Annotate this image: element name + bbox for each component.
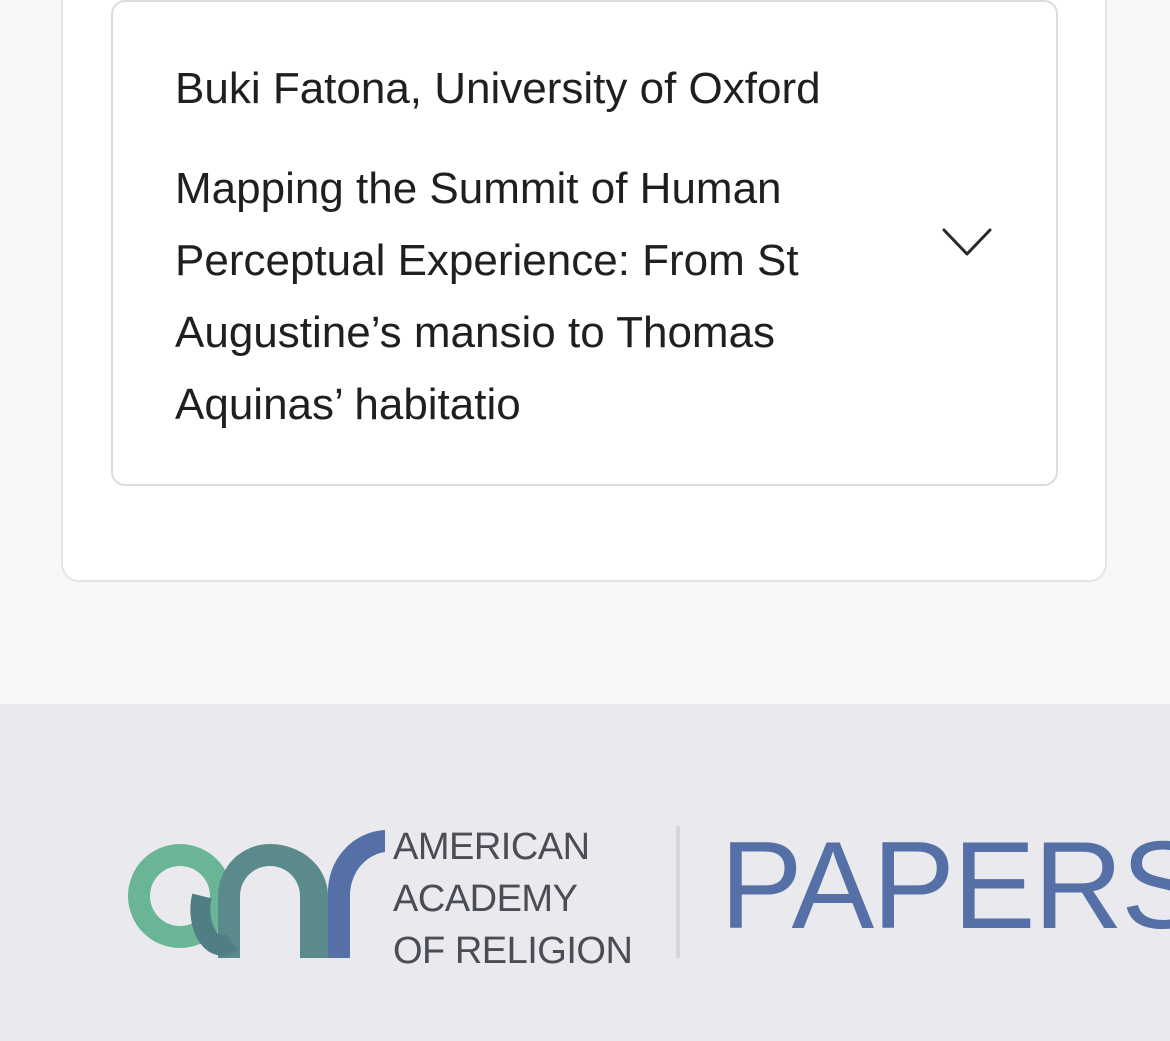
paper-author: Buki Fatona, University of Oxford [175, 64, 821, 113]
logo-divider [676, 826, 680, 958]
org-name-line: OF RELIGION [393, 930, 633, 972]
org-name: AMERICAN ACADEMY OF RELIGION [393, 821, 633, 977]
paper-title: Mapping the Summit of Human Perceptual E… [175, 164, 799, 429]
chevron-down-icon[interactable] [940, 222, 994, 262]
org-name-line: ACADEMY [393, 878, 578, 920]
footer: AMERICAN ACADEMY OF RELIGION PAPERS [0, 704, 1170, 1041]
brand-word[interactable]: PAPERS [720, 816, 1170, 956]
aar-logo-icon[interactable] [120, 824, 390, 964]
org-name-line: AMERICAN [393, 826, 590, 868]
